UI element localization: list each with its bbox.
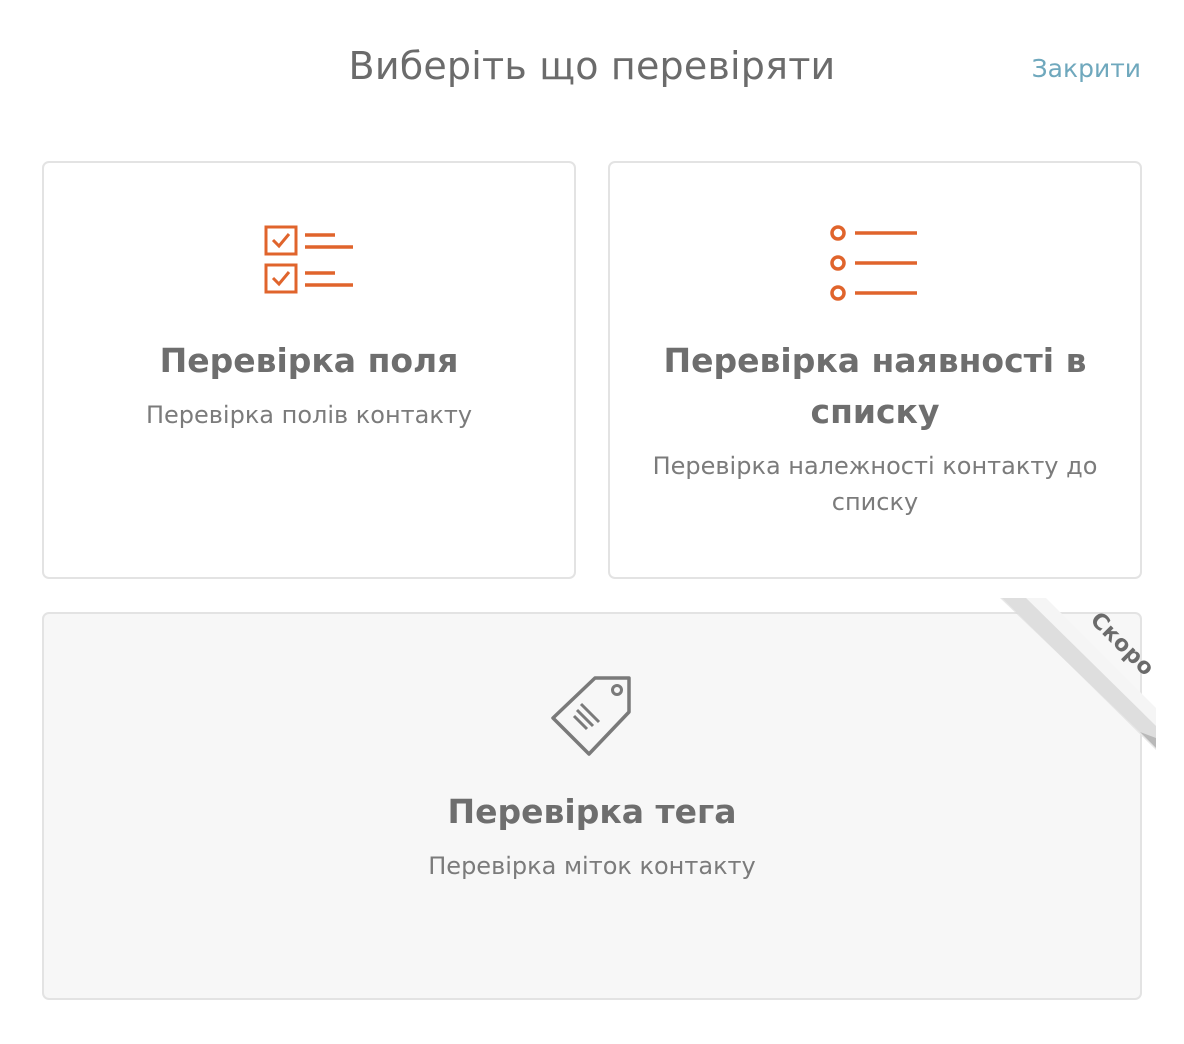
checklist-icon (264, 225, 353, 294)
card-title: Перевірка наявності в списку (663, 341, 1087, 431)
card-description: Перевірка полів контакту (145, 401, 473, 429)
page-title: Виберіть що перевіряти (348, 44, 836, 88)
close-link[interactable]: Закрити (1032, 54, 1141, 83)
condition-picker: Виберіть що перевіряти Закрити Перевірка… (0, 0, 1184, 1044)
card-description: Перевірка міток контакту (428, 852, 756, 880)
card-title: Перевірка поля (159, 341, 459, 380)
field-check-card[interactable]: Перевірка поля Перевірка полів контакту (42, 161, 576, 579)
card-title: Перевірка тега (447, 792, 737, 831)
list-membership-card[interactable]: Перевірка наявності в списку Перевірка н… (608, 161, 1142, 579)
bullet-list-icon (830, 225, 917, 301)
coming-soon-badge: Скоро (1085, 607, 1159, 682)
tag-icon (551, 676, 631, 756)
card-description: Перевірка належності контакту до списку (652, 452, 1098, 516)
tag-check-card: Перевірка тега Перевірка міток контакту … (42, 598, 1159, 1000)
coming-soon-ribbon: Скоро (1000, 598, 1159, 754)
